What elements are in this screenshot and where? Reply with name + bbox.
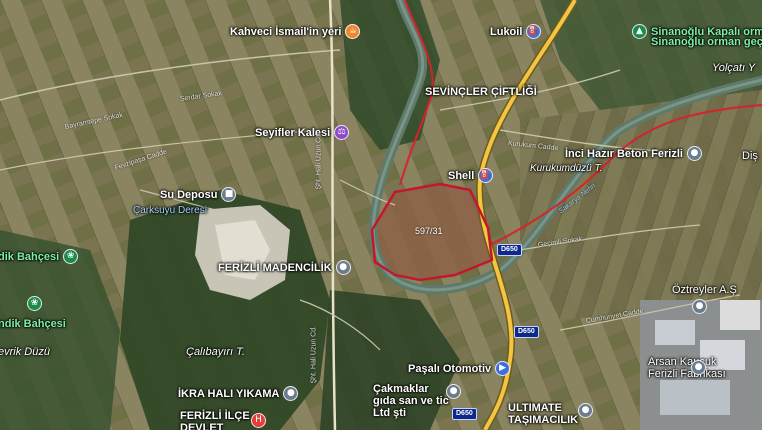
poi-dis[interactable]: Diş (742, 150, 758, 162)
poi-bahcesi-2[interactable]: ndik Bahçesi (0, 318, 66, 330)
highway-shield-d650: D650 (497, 244, 522, 256)
poi-shell-label: Shell (448, 169, 475, 182)
area-yolcatti: Yolçatı Y (712, 62, 755, 74)
poi-oztreyler-label: Öztreyler A.Ş (672, 284, 737, 296)
poi-sevincler[interactable]: SEVİNÇLER ÇİFTLİĞİ (425, 86, 537, 98)
poi-oztreyler-pin[interactable]: ● (692, 299, 707, 314)
poi-arsan[interactable]: Arsan Kauçuk Ferizli Fabrikası (648, 356, 726, 380)
place-icon: ● (691, 360, 706, 375)
place-icon: ● (283, 386, 299, 401)
poi-lukoil[interactable]: Lukoil ⛽ (490, 24, 542, 39)
car-dealer-icon: ▶ (495, 361, 511, 376)
poi-lukoil-label: Lukoil (490, 25, 523, 38)
poi-ferizli-hastane-pin[interactable]: H (251, 413, 266, 428)
poi-ikra[interactable]: İKRA HALI YIKAMA ● (178, 386, 299, 401)
poi-sevincler-label: SEVİNÇLER ÇİFTLİĞİ (425, 86, 537, 98)
poi-kahveci-label: Kahveci İsmail'in yeri (230, 25, 342, 38)
poi-bahcesi-2-label: ndik Bahçesi (0, 318, 66, 330)
poi-dis-label: Diş (742, 150, 758, 162)
area-devrik-label: evrik Düzü (0, 346, 50, 358)
poi-bahcesi-2-pin[interactable]: ❀ (27, 296, 42, 311)
poi-ikra-label: İKRA HALI YIKAMA (178, 387, 280, 400)
poi-ultimate[interactable]: ULTIMATE TAŞIMACILIK (508, 402, 578, 426)
poi-sinanoglu-2-label: Sinanoğlu orman geçidi (651, 36, 762, 48)
highway-shield-d650: D650 (452, 408, 477, 420)
place-icon: ● (686, 146, 702, 161)
poi-sinanoglu-2[interactable]: Sinanoğlu orman geçidi (651, 36, 762, 48)
feature-carksuyu-label: Çarksuyu Deresi (133, 205, 207, 216)
poi-pasali[interactable]: Paşalı Otomotiv ▶ (408, 361, 511, 376)
area-kurukumduzu-label: Kurukumdüzü T. (530, 163, 603, 174)
poi-inci-beton[interactable]: İnci Hazır Beton Ferizli ● (565, 146, 702, 161)
area-devrik: evrik Düzü (0, 346, 50, 358)
poi-ferizli-hastane-label: FERİZLİ İLÇE DEVLET HASTANESİ (180, 410, 250, 430)
place-icon: ● (446, 384, 461, 399)
hospital-icon: H (251, 413, 266, 428)
poi-ultimate-pin[interactable]: ● (578, 403, 593, 418)
place-icon: ● (335, 260, 351, 275)
poi-seyifler[interactable]: Seyifler Kalesi ⚖ (255, 125, 350, 140)
landmark-icon: ⚖ (334, 125, 350, 140)
building-icon: ■ (221, 187, 237, 202)
poi-arsan-label: Arsan Kauçuk Ferizli Fabrikası (648, 356, 726, 380)
poi-ferizli-hastane[interactable]: FERİZLİ İLÇE DEVLET HASTANESİ (180, 410, 255, 430)
poi-arsan-pin[interactable]: ● (691, 360, 706, 375)
road-label-hali-uzun-2: Şht. Hali Uzun Cd. (310, 325, 318, 384)
road-label-hali-uzun-1: Şht. Hali Uzun Cd. (315, 131, 323, 190)
poi-cakmaklar[interactable]: Çakmaklar gıda san ve tic Ltd şti (373, 383, 453, 419)
parcel-number[interactable]: 597/31 (415, 226, 443, 236)
area-kurukumduzu: Kurukumdüzü T. (530, 163, 602, 174)
poi-oztreyler[interactable]: Öztreyler A.Ş (672, 284, 737, 296)
area-calibayiri-label: Çalıbayırı T. (186, 346, 245, 358)
restaurant-icon: ☕ (345, 24, 361, 39)
poi-shell[interactable]: Shell ⛽ (448, 168, 494, 183)
satellite-map[interactable]: 597/31 Kahveci İsmail'in yeri ☕ Lukoil ⛽… (0, 0, 762, 430)
garden-icon: ❀ (27, 296, 42, 311)
area-yolcatti-label: Yolçatı Y (712, 62, 756, 74)
poi-kahveci[interactable]: Kahveci İsmail'in yeri ☕ (230, 24, 361, 39)
area-calibayiri: Çalıbayırı T. (186, 346, 245, 358)
garden-icon: ❀ (63, 249, 79, 264)
poi-su-deposu[interactable]: Su Deposu ■ (160, 187, 237, 202)
poi-bahcesi-1-label: dik Bahçesi (0, 250, 60, 263)
gas-station-icon: ⛽ (526, 24, 542, 39)
poi-bahcesi-1[interactable]: dik Bahçesi ❀ (0, 249, 79, 264)
place-icon: ● (692, 299, 707, 314)
highway-shield-d650: D650 (514, 326, 539, 338)
place-icon: ● (578, 403, 593, 418)
poi-ferizli-madencilik[interactable]: FERİZLİ MADENCİLİK ● (218, 260, 351, 275)
poi-ultimate-label: ULTIMATE TAŞIMACILIK (508, 402, 579, 426)
poi-pasali-label: Paşalı Otomotiv (408, 362, 492, 375)
poi-inci-beton-label: İnci Hazır Beton Ferizli (565, 147, 683, 160)
park-icon: ▲ (632, 24, 647, 39)
poi-cakmaklar-pin[interactable]: ● (446, 384, 461, 399)
poi-su-deposu-label: Su Deposu (160, 188, 218, 201)
poi-ferizli-madencilik-label: FERİZLİ MADENCİLİK (218, 261, 332, 274)
feature-carksuyu: Çarksuyu Deresi (133, 205, 207, 216)
gas-station-icon: ⛽ (478, 168, 494, 183)
poi-cakmaklar-label: Çakmaklar gıda san ve tic Ltd şti (373, 383, 449, 419)
